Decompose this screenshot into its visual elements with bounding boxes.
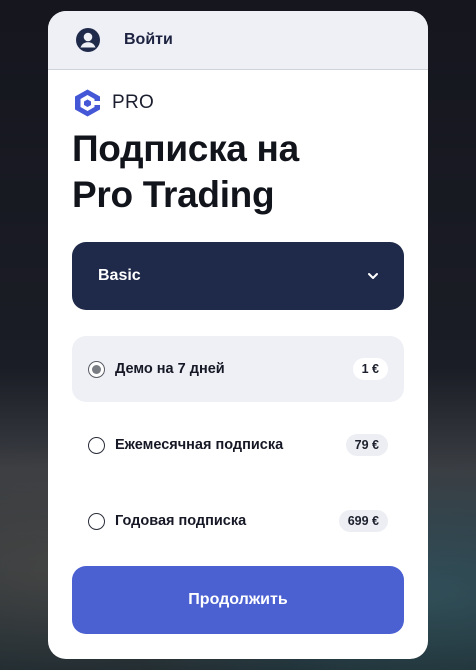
option-demo[interactable]: Демо на 7 дней 1 € — [72, 336, 404, 402]
chevron-down-icon — [368, 273, 378, 279]
login-link[interactable]: Войти — [124, 31, 173, 49]
radio-dot — [92, 364, 101, 374]
continue-button[interactable]: Продолжить — [72, 566, 404, 634]
option-label: Годовая подписка — [115, 513, 247, 529]
option-monthly[interactable]: Ежемесячная подписка 79 € — [72, 412, 404, 478]
modal-content: PRO Подписка на Pro Trading Basic Демо н… — [48, 70, 428, 554]
radio-button[interactable] — [88, 512, 105, 530]
option-label: Ежемесячная подписка — [115, 437, 284, 453]
logo-text: PRO — [112, 92, 155, 113]
top-bar: Войти — [48, 11, 428, 70]
title-line-1: Подписка на — [72, 128, 299, 169]
price-badge: 1 € — [352, 358, 388, 380]
price-badge: 79 € — [345, 434, 388, 456]
plan-select-value: Basic — [98, 267, 141, 284]
hexagon-logo-icon — [75, 89, 101, 117]
subscription-options: Демо на 7 дней 1 € Ежемесячная подписка … — [72, 336, 404, 554]
option-yearly[interactable]: Годовая подписка 699 € — [72, 488, 404, 554]
plan-select-dropdown[interactable]: Basic — [72, 242, 404, 310]
radio-button-selected[interactable] — [88, 360, 105, 378]
option-label: Демо на 7 дней — [115, 361, 225, 377]
title-line-2: Pro Trading — [72, 174, 275, 215]
subscription-modal: Войти PRO Подписка на Pro Trading Basic — [48, 11, 428, 659]
radio-button[interactable] — [88, 436, 105, 454]
price-badge: 699 € — [338, 510, 388, 532]
logo: PRO — [72, 88, 404, 118]
user-avatar-icon[interactable] — [75, 27, 101, 53]
page-title: Подписка на Pro Trading — [72, 126, 404, 218]
